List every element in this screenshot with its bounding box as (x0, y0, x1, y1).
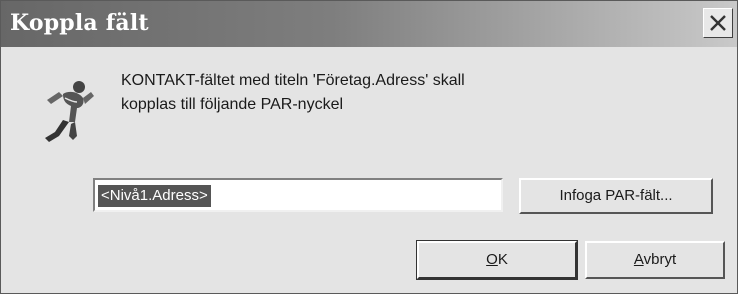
cancel-label-rest: vbryt (643, 251, 677, 268)
window-title: Koppla fält (10, 10, 149, 36)
ok-mnemonic: O (486, 251, 498, 268)
insert-par-field-button[interactable]: Infoga PAR-fält... (519, 178, 713, 214)
par-key-field[interactable]: <Nivå1.Adress> (93, 178, 503, 212)
close-button[interactable] (703, 8, 733, 38)
message-line-2: kopplas till följande PAR-nyckel (121, 96, 344, 113)
ok-button[interactable]: OK (416, 240, 578, 280)
insert-par-field-label: Infoga PAR-fält... (559, 187, 673, 204)
ok-label-rest: K (497, 251, 508, 268)
message-text: KONTAKT-fältet med titeln 'Företag.Adres… (121, 69, 465, 117)
figure-icon (45, 81, 94, 142)
title-bar[interactable]: Koppla fält (1, 1, 737, 47)
close-icon (710, 15, 726, 31)
dialog-window: Koppla fält KONTAKT-fältet med titeln 'F… (0, 0, 738, 294)
cancel-button[interactable]: Avbryt (585, 241, 725, 279)
par-key-value: <Nivå1.Adress> (98, 185, 211, 207)
cancel-mnemonic: A (633, 251, 644, 268)
message-line-1: KONTAKT-fältet med titeln 'Företag.Adres… (121, 72, 465, 89)
